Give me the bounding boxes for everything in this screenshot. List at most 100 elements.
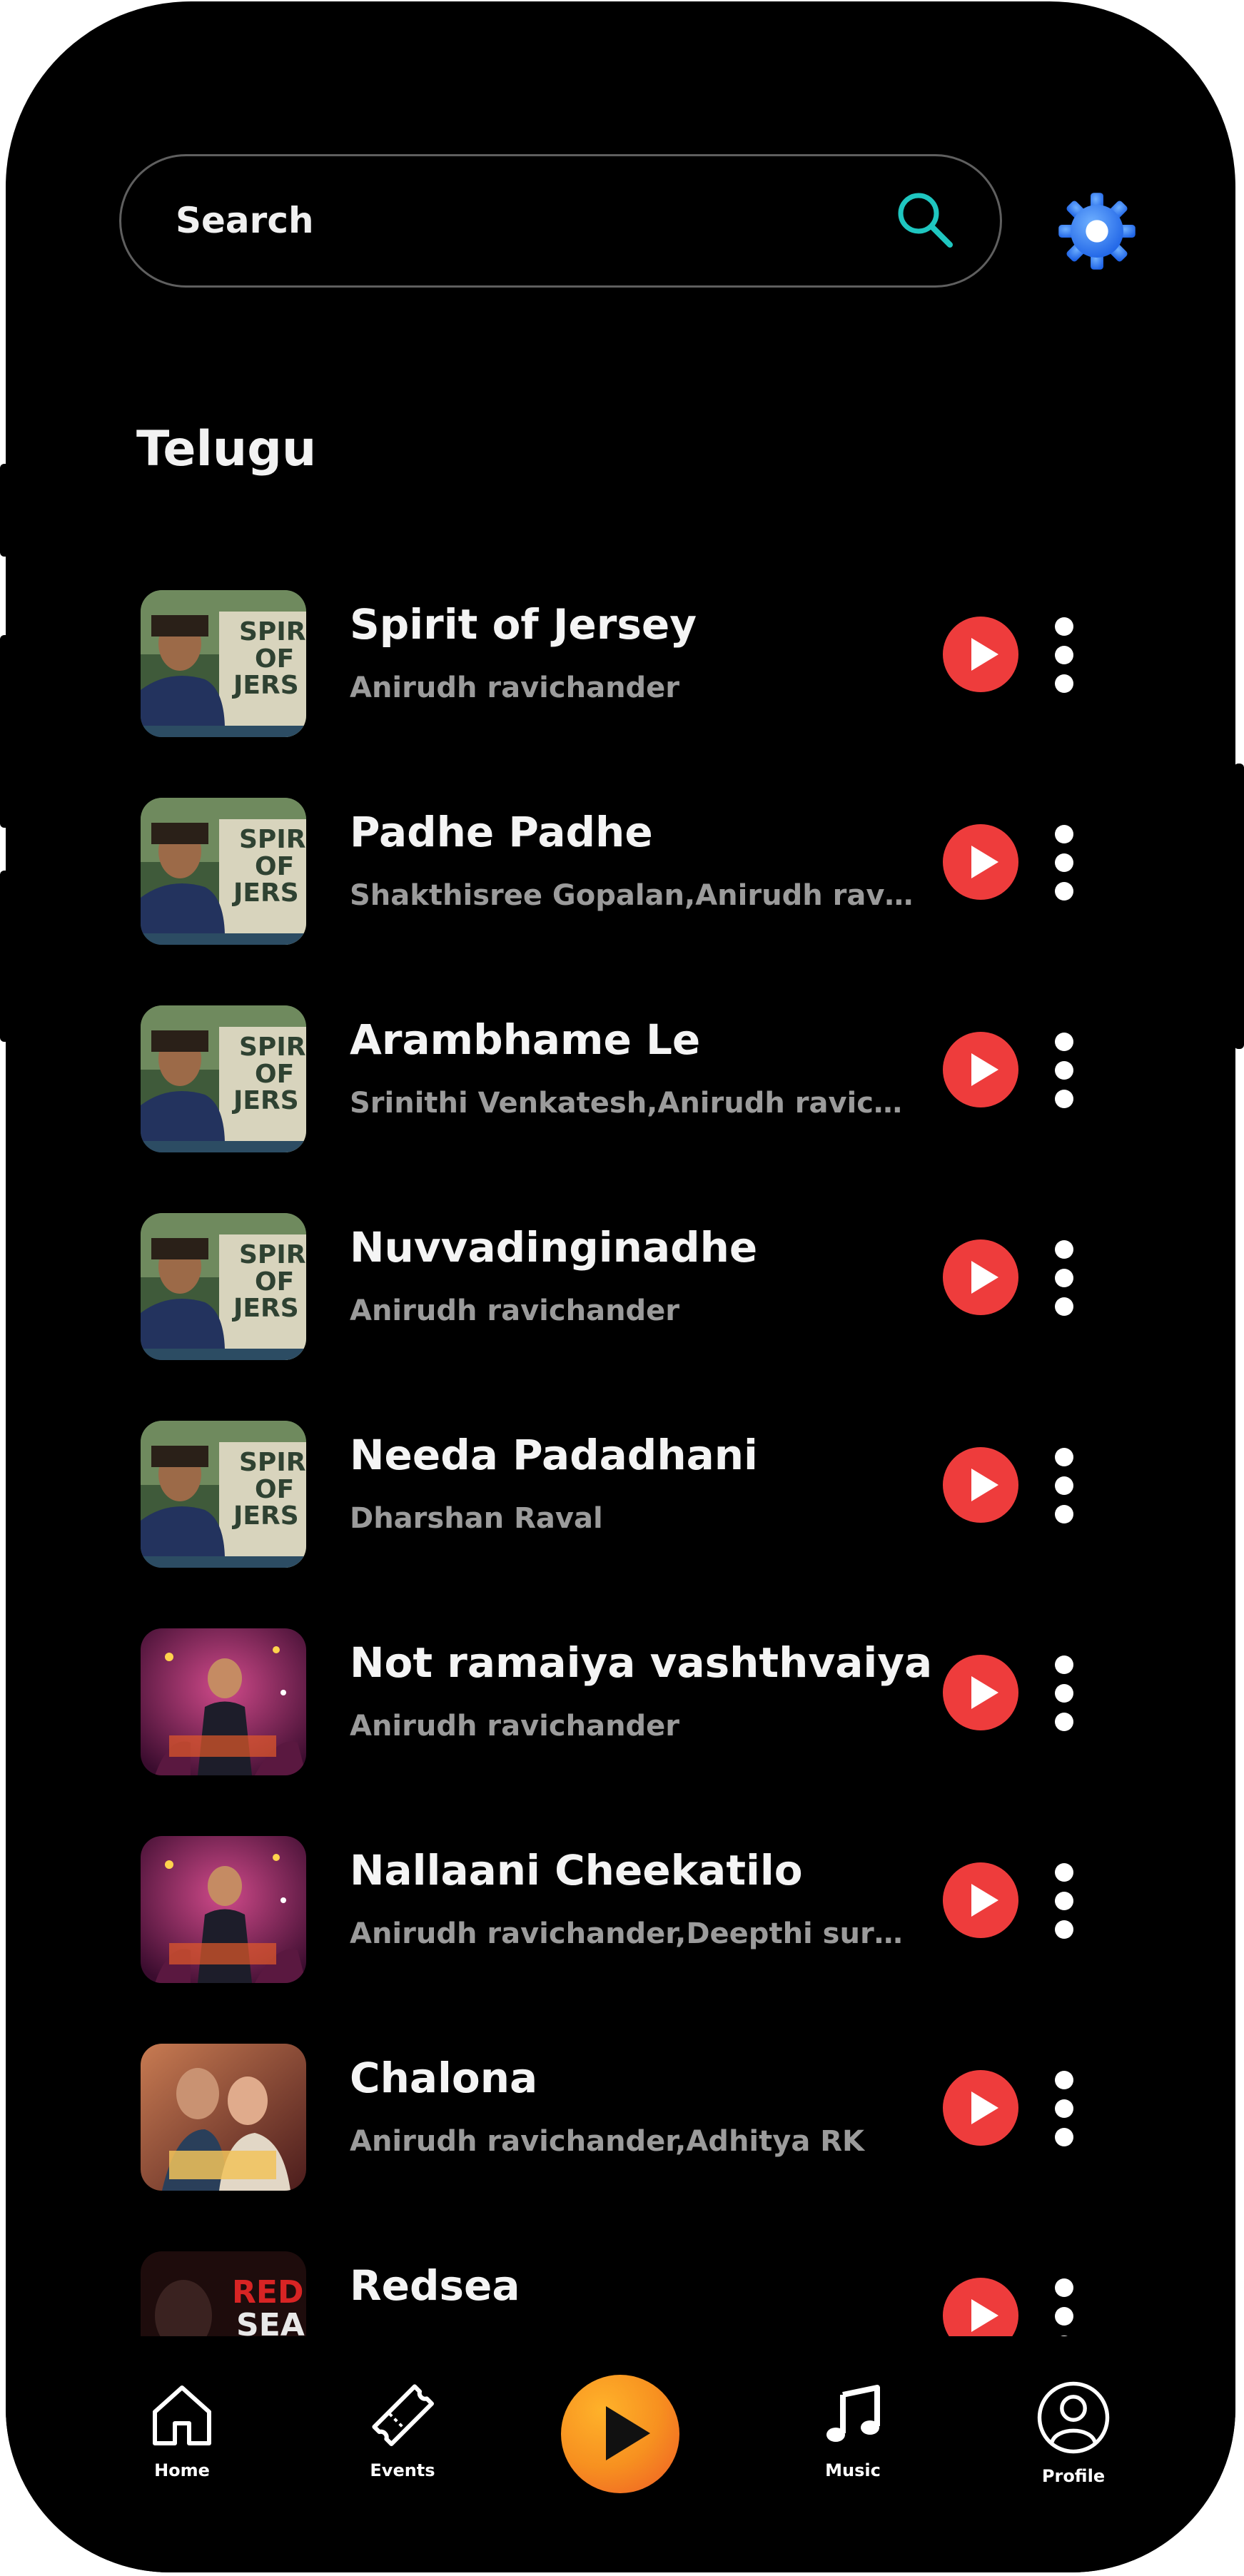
- more-dot: [1055, 1297, 1073, 1316]
- song-title: Not ramaiya vashthvaiya: [350, 1638, 933, 1687]
- song-artist: Anirudh ravichander: [350, 671, 680, 704]
- svg-text:SPIR: SPIR: [239, 617, 305, 646]
- play-icon: [971, 1884, 998, 1917]
- song-row[interactable]: RED SEA Redsea: [6, 2251, 1235, 2336]
- album-art[interactable]: SPIR OF JERS: [141, 1421, 306, 1568]
- phone-screen: Search Telugu SPIR OF JERS Spirit of Jer…: [6, 1, 1235, 2572]
- song-row[interactable]: SPIR OF JERS Arambhame Le Srinithi Venkatesh…: [6, 1005, 1235, 1167]
- play-button[interactable]: [943, 1655, 1018, 1730]
- play-icon: [971, 2091, 998, 2124]
- song-artist: Srinithi Venkatesh,Anirudh ravichander: [350, 1087, 921, 1120]
- svg-text:JERS: JERS: [231, 1086, 299, 1115]
- nav-home[interactable]: Home: [118, 2379, 246, 2507]
- play-button[interactable]: [943, 1447, 1018, 1523]
- play-icon: [971, 638, 998, 671]
- album-art[interactable]: [141, 1628, 306, 1775]
- album-art-image: [141, 2044, 306, 2191]
- album-art-image: SPIROFJERS: [141, 798, 306, 945]
- more-vertical-icon[interactable]: [1049, 1655, 1078, 1734]
- more-dot: [1055, 1269, 1073, 1287]
- more-dot: [1055, 882, 1073, 901]
- song-row[interactable]: SPIR OF JERS Nuvvadinginadhe Anirudh ravicha…: [6, 1213, 1235, 1374]
- song-title: Nallaani Cheekatilo: [350, 1846, 803, 1895]
- album-art[interactable]: [141, 2044, 306, 2191]
- more-vertical-icon[interactable]: [1049, 1863, 1078, 1942]
- song-title: Chalona: [350, 2054, 538, 2102]
- play-button[interactable]: [943, 617, 1018, 692]
- song-row[interactable]: Nallaani Cheekatilo Anirudh ravichander,D…: [6, 1836, 1235, 1997]
- more-dot: [1055, 674, 1073, 693]
- play-button[interactable]: [943, 2278, 1018, 2336]
- song-row[interactable]: SPIR OF JERS Needa Padadhani Dharshan Raval: [6, 1421, 1235, 1582]
- play-button[interactable]: [943, 824, 1018, 900]
- song-row[interactable]: SPIR OF JERS Padhe Padhe Shakthisree Gopalan…: [6, 798, 1235, 959]
- album-art[interactable]: SPIR OF JERS: [141, 798, 306, 945]
- album-art[interactable]: RED SEA: [141, 2251, 306, 2336]
- more-dot: [1055, 825, 1073, 843]
- gear-icon[interactable]: [1057, 191, 1137, 271]
- song-row[interactable]: Chalona Anirudh ravichander,Adhitya RK: [6, 2044, 1235, 2205]
- album-art[interactable]: SPIR OF JERS: [141, 590, 306, 737]
- more-dot: [1055, 617, 1073, 636]
- more-dot: [1055, 1863, 1073, 1882]
- more-dot: [1055, 2278, 1073, 2297]
- search-bar[interactable]: Search: [119, 154, 1002, 288]
- more-dot: [1055, 1713, 1073, 1731]
- more-vertical-icon[interactable]: [1049, 1033, 1078, 1111]
- more-vertical-icon[interactable]: [1049, 2071, 1078, 2149]
- more-dot: [1055, 646, 1073, 664]
- album-art-image: [141, 1628, 306, 1775]
- svg-text:OF: OF: [255, 1475, 294, 1504]
- more-dot: [1055, 1240, 1073, 1259]
- more-dot: [1055, 1476, 1073, 1495]
- nav-events[interactable]: Events: [338, 2379, 467, 2507]
- svg-text:SEA: SEA: [236, 2307, 305, 2336]
- song-artist: Anirudh ravichander,Deepthi suresh: [350, 1917, 921, 1950]
- search-icon[interactable]: [893, 188, 957, 252]
- search-input[interactable]: Search: [176, 156, 314, 285]
- svg-text:OF: OF: [255, 852, 294, 881]
- song-title: Spirit of Jersey: [350, 600, 697, 649]
- album-art[interactable]: SPIR OF JERS: [141, 1213, 306, 1360]
- svg-text:SPIR: SPIR: [239, 825, 305, 854]
- more-dot: [1055, 2071, 1073, 2089]
- play-icon: [971, 1053, 998, 1086]
- play-button[interactable]: [943, 1862, 1018, 1938]
- more-vertical-icon[interactable]: [1049, 617, 1078, 696]
- nav-profile[interactable]: Profile: [1009, 2379, 1138, 2507]
- nav-music-label: Music: [825, 2460, 881, 2480]
- play-button[interactable]: [943, 1239, 1018, 1315]
- song-row[interactable]: SPIR OF JERS Spirit of Jersey Anirudh ravich…: [6, 590, 1235, 751]
- more-vertical-icon[interactable]: [1049, 2278, 1078, 2336]
- nav-home-label: Home: [154, 2460, 210, 2480]
- more-dot: [1055, 1920, 1073, 1939]
- more-vertical-icon[interactable]: [1049, 1448, 1078, 1526]
- play-button[interactable]: [943, 1032, 1018, 1107]
- song-artist: Dharshan Raval: [350, 1502, 603, 1535]
- more-vertical-icon[interactable]: [1049, 825, 1078, 903]
- center-play-button[interactable]: [561, 2375, 679, 2493]
- more-vertical-icon[interactable]: [1049, 1240, 1078, 1319]
- more-dot: [1055, 1448, 1073, 1466]
- nav-events-label: Events: [370, 2460, 435, 2480]
- play-icon: [971, 1469, 998, 1501]
- svg-text:JERS: JERS: [231, 671, 299, 700]
- svg-text:JERS: JERS: [231, 878, 299, 908]
- album-art-image: REDSEA: [141, 2251, 306, 2336]
- song-list[interactable]: Search Telugu SPIR OF JERS Spirit of Jer…: [6, 1, 1235, 2336]
- svg-text:JERS: JERS: [231, 1294, 299, 1323]
- svg-text:JERS: JERS: [231, 1501, 299, 1531]
- nav-profile-label: Profile: [1041, 2466, 1106, 2486]
- user-circle-icon: [1037, 2381, 1110, 2454]
- play-icon: [971, 1261, 998, 1294]
- song-row[interactable]: Not ramaiya vashthvaiya Anirudh ravichand…: [6, 1628, 1235, 1790]
- song-title: Padhe Padhe: [350, 808, 653, 856]
- more-dot: [1055, 1684, 1073, 1703]
- play-button[interactable]: [943, 2070, 1018, 2146]
- music-note-icon: [826, 2385, 880, 2442]
- nav-music[interactable]: Music: [789, 2379, 917, 2507]
- play-icon: [971, 846, 998, 878]
- play-icon: [971, 2299, 998, 2332]
- album-art[interactable]: SPIR OF JERS: [141, 1005, 306, 1152]
- album-art[interactable]: [141, 1836, 306, 1983]
